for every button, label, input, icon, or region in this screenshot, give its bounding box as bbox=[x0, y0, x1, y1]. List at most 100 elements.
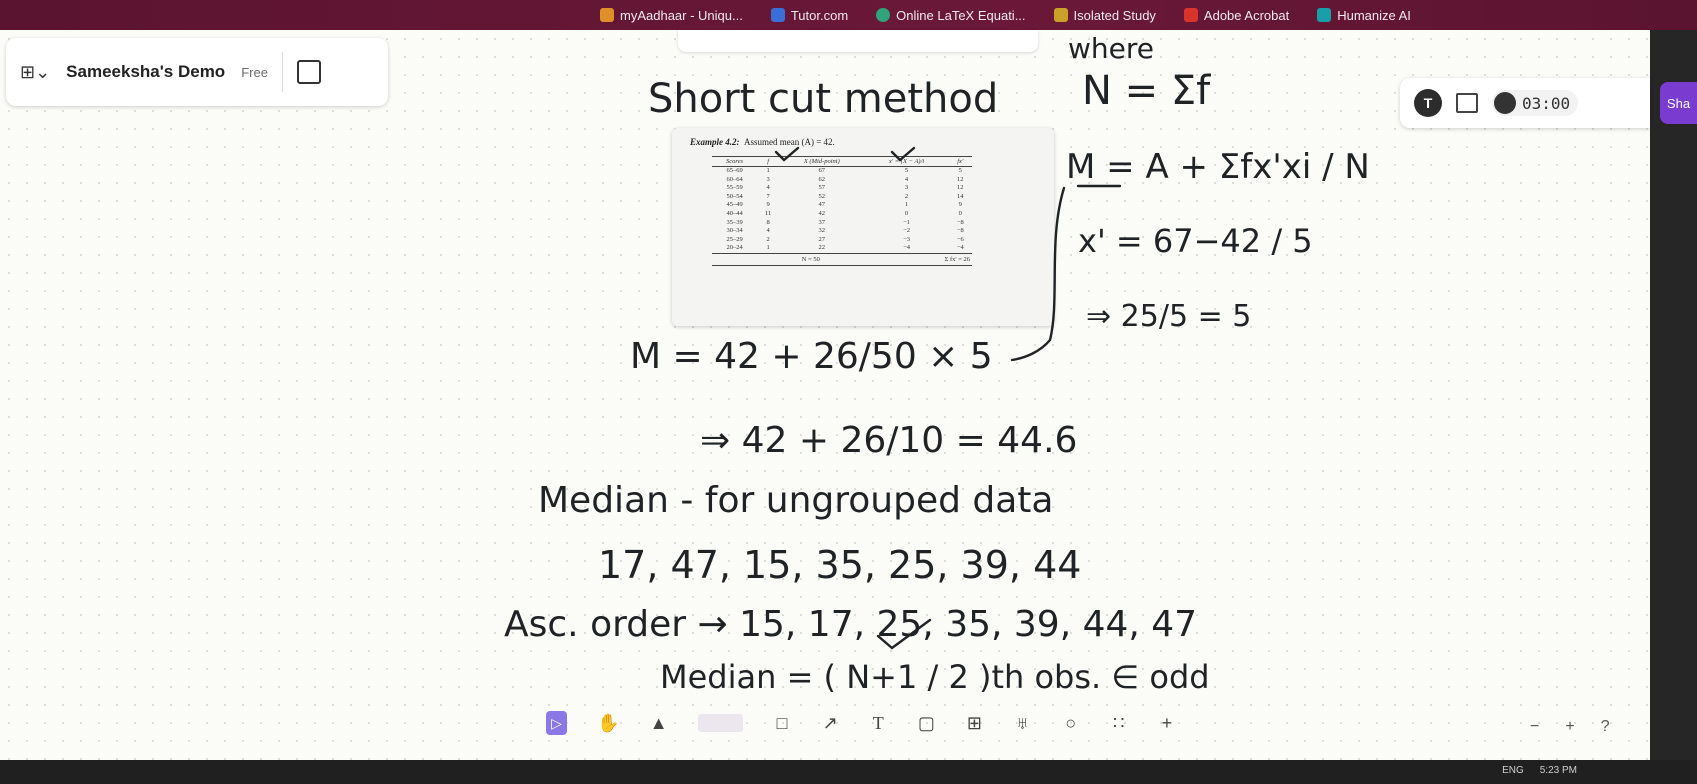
table-cell: −3 bbox=[903, 235, 910, 243]
table-cell: 65–69 bbox=[726, 167, 743, 174]
total-n: N = 50 bbox=[757, 252, 865, 266]
table-cell: 12 bbox=[957, 175, 964, 183]
table-cell: 4 bbox=[904, 175, 909, 183]
shape-tool-icon[interactable]: □ bbox=[773, 713, 791, 734]
table-cell: 55–59 bbox=[726, 184, 743, 192]
table-total-row: N = 50 Σ fx' = 26 bbox=[712, 252, 972, 266]
table-body: 65–69 1 67 5 5 60–64 3 62 4 12 55–59 4 57 3 12 50–54 7 52… bbox=[712, 167, 972, 266]
bookmark-humanize[interactable]: Humanize AI bbox=[1317, 8, 1411, 23]
table-cell: 0 bbox=[958, 209, 962, 217]
table-cell: 9 bbox=[766, 201, 770, 209]
col-header: X (Mid-point) bbox=[779, 156, 865, 167]
clock[interactable]: 5:23 PM bbox=[1540, 765, 1577, 776]
table-row: 60–64 3 62 4 12 bbox=[712, 176, 972, 185]
windows-taskbar: ENG 5:23 PM bbox=[0, 760, 1697, 784]
table-row: 45–49 9 47 1 9 bbox=[712, 201, 972, 210]
table-row: 25–29 2 27 −3 −6 bbox=[712, 236, 972, 245]
table-cell: −8 bbox=[956, 218, 964, 226]
table-cell bbox=[712, 252, 758, 266]
table-cell: 9 bbox=[958, 201, 962, 209]
plan-badge: Free bbox=[241, 64, 268, 80]
table-cell: 40–44 bbox=[726, 209, 743, 217]
aadhaar-icon bbox=[600, 8, 614, 22]
table-cell: 57 bbox=[818, 184, 826, 192]
study-icon bbox=[1053, 8, 1068, 22]
table-cell: 11 bbox=[764, 209, 772, 217]
example-image[interactable]: Example 4.2: Assumed mean (A) = 42. Scor… bbox=[672, 128, 1054, 326]
circle-tool-icon[interactable]: ○ bbox=[1062, 713, 1080, 734]
bookmark-aadhaar[interactable]: myAadhaar - Uniqu... bbox=[600, 8, 743, 23]
table-header-row: Scores f X (Mid-point) x' = (X − A)/i fx… bbox=[712, 156, 972, 167]
table-cell: 3 bbox=[904, 184, 909, 192]
example-table: Scores f X (Mid-point) x' = (X − A)/i fx… bbox=[712, 156, 972, 266]
table-cell: −1 bbox=[903, 218, 910, 226]
layout-icon[interactable] bbox=[1456, 93, 1478, 113]
add-tool-icon[interactable]: + bbox=[1158, 713, 1176, 734]
bookmark-latex[interactable]: Online LaTeX Equati... bbox=[876, 8, 1026, 23]
table-cell: 8 bbox=[766, 218, 770, 226]
table-cell: 45–49 bbox=[726, 201, 743, 209]
table-cell: 25–29 bbox=[726, 235, 743, 243]
session-controls: T 03:00 bbox=[1400, 78, 1650, 128]
table-cell: 1 bbox=[766, 244, 770, 252]
humanize-icon bbox=[1317, 8, 1332, 22]
pen-tool-icon[interactable]: ▲ bbox=[650, 713, 668, 734]
top-tab[interactable] bbox=[678, 30, 1038, 52]
table-row: 40–44 11 42 0 0 bbox=[712, 210, 972, 219]
table-cell: 0 bbox=[904, 209, 909, 217]
connector-tool-icon[interactable]: ↗ bbox=[821, 713, 839, 734]
table-cell: 3 bbox=[766, 175, 770, 183]
group-tool-icon[interactable]: ∷ bbox=[1110, 713, 1128, 734]
timer-icon bbox=[1494, 92, 1516, 114]
workspace-name[interactable]: Sameeksha's Demo bbox=[66, 62, 225, 82]
highlighter-tool-icon[interactable] bbox=[697, 714, 743, 732]
total-fx: Σ fx' = 26 bbox=[864, 252, 972, 266]
timer[interactable]: 03:00 bbox=[1492, 90, 1579, 116]
text-tool-icon[interactable]: T bbox=[869, 713, 887, 734]
pointer-tool-icon[interactable]: ▷ bbox=[546, 711, 568, 735]
share-button[interactable]: Sha bbox=[1660, 82, 1697, 124]
system-tray: ENG 5:23 PM bbox=[1502, 765, 1577, 776]
table-cell: 14 bbox=[957, 192, 964, 200]
table-row: 65–69 1 67 5 5 bbox=[712, 167, 972, 176]
table-cell: −6 bbox=[956, 235, 964, 243]
latex-icon bbox=[876, 8, 891, 22]
page-icon[interactable] bbox=[296, 60, 321, 84]
help-button[interactable]: ? bbox=[1601, 718, 1610, 736]
stamp-tool-icon[interactable]: ♅ bbox=[1014, 713, 1032, 734]
board-menu-icon[interactable]: ⊞⌄ bbox=[20, 62, 50, 83]
zoom-out-button[interactable]: − bbox=[1530, 718, 1539, 736]
screenshot: myAadhaar - Uniqu... Tutor.com Online La… bbox=[0, 0, 1697, 784]
table-cell: 47 bbox=[818, 201, 826, 209]
table-cell: 5 bbox=[958, 167, 962, 174]
hand-tool-icon[interactable]: ✋ bbox=[597, 713, 619, 734]
table-cell: −4 bbox=[903, 244, 910, 252]
window-edge bbox=[1650, 30, 1697, 784]
table-cell: 1 bbox=[766, 167, 770, 174]
table-cell: 2 bbox=[904, 192, 909, 200]
sticky-note-tool-icon[interactable]: ▢ bbox=[917, 713, 935, 734]
language-indicator[interactable]: ENG bbox=[1502, 765, 1524, 776]
table-tool-icon[interactable]: ⊞ bbox=[965, 713, 983, 734]
zoom-in-button[interactable]: + bbox=[1565, 718, 1574, 736]
table-cell: 30–34 bbox=[726, 227, 743, 235]
table-cell: −8 bbox=[956, 227, 964, 235]
bookmarks-bar: myAadhaar - Uniqu... Tutor.com Online La… bbox=[0, 0, 1697, 30]
avatar[interactable]: T bbox=[1414, 89, 1442, 117]
table-cell: −4 bbox=[956, 244, 964, 252]
table-cell: 5 bbox=[904, 167, 909, 174]
table-row: 30–34 4 32 −2 −8 bbox=[712, 227, 972, 236]
bookmark-acrobat[interactable]: Adobe Acrobat bbox=[1183, 8, 1289, 23]
table-cell: 20–24 bbox=[726, 244, 743, 252]
table-cell: 7 bbox=[766, 192, 770, 200]
table-cell: 50–54 bbox=[726, 192, 743, 200]
table-cell: 2 bbox=[766, 235, 770, 243]
table-cell: 37 bbox=[818, 218, 826, 226]
bookmark-tutor[interactable]: Tutor.com bbox=[770, 8, 848, 23]
acrobat-icon bbox=[1183, 8, 1198, 22]
table-cell: 4 bbox=[766, 184, 770, 192]
bookmark-isolated-study[interactable]: Isolated Study bbox=[1053, 8, 1156, 23]
bottom-toolbar: ▷ ✋ ▲ □ ↗ T ▢ ⊞ ♅ ○ ∷ + bbox=[536, 706, 1176, 740]
table-cell: 22 bbox=[818, 244, 826, 252]
workspace-header: ⊞⌄ Sameeksha's Demo Free bbox=[6, 38, 388, 106]
